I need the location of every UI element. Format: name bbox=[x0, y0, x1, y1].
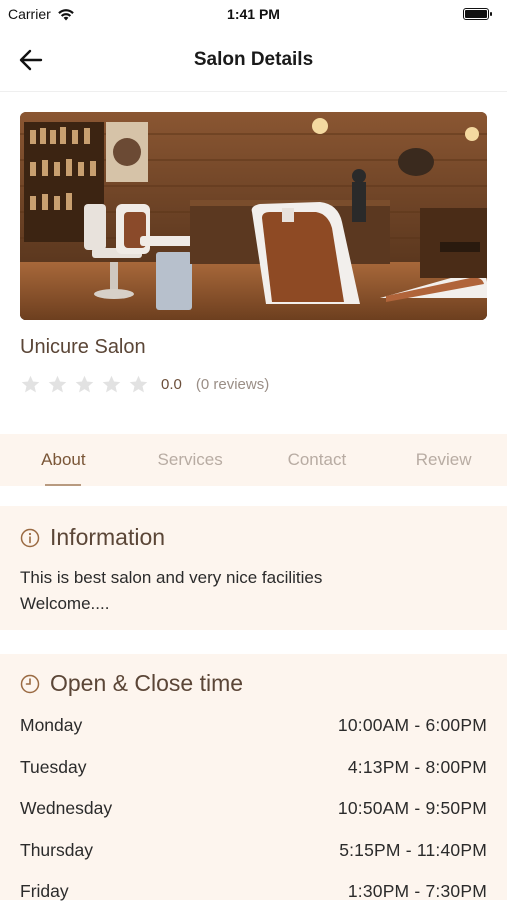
review-count: (0 reviews) bbox=[195, 375, 270, 393]
hours-row: Tuesday 4:13PM - 8:00PM bbox=[20, 747, 487, 789]
arrow-left-icon bbox=[19, 49, 43, 71]
information-text: This is best salon and very nice facilit… bbox=[0, 565, 507, 617]
hours-time: 5:15PM - 11:40PM bbox=[339, 839, 487, 860]
battery-icon bbox=[463, 8, 492, 20]
salon-name: Unicure Salon bbox=[20, 336, 146, 358]
tab-services[interactable]: Services bbox=[127, 434, 254, 486]
hours-row: Wednesday 10:50AM - 9:50PM bbox=[20, 788, 487, 830]
information-header: Information bbox=[0, 524, 507, 551]
page-title: Salon Details bbox=[193, 48, 314, 70]
hours-row: Thursday 5:15PM - 11:40PM bbox=[20, 830, 487, 872]
hours-day: Friday bbox=[20, 881, 69, 902]
status-left: Carrier bbox=[8, 6, 75, 22]
hours-day: Tuesday bbox=[20, 756, 87, 777]
hours-row: Monday 10:00AM - 6:00PM bbox=[20, 705, 487, 747]
tab-review[interactable]: Review bbox=[380, 434, 507, 486]
star-icon bbox=[129, 375, 148, 392]
hours-day: Thursday bbox=[20, 839, 93, 860]
information-line-1: This is best salon and very nice facilit… bbox=[20, 568, 323, 587]
hours-time: 10:00AM - 6:00PM bbox=[337, 715, 487, 736]
hours-header: Open & Close time bbox=[0, 670, 507, 697]
barbershop-illustration bbox=[20, 112, 487, 320]
information-card: Information This is best salon and very … bbox=[0, 506, 507, 630]
hours-title: Open & Close time bbox=[50, 670, 244, 696]
app-header: Salon Details bbox=[0, 28, 507, 92]
star-icon bbox=[48, 375, 67, 392]
star-icon bbox=[102, 375, 121, 392]
status-bar: Carrier 1:41 PM bbox=[0, 0, 507, 28]
star-icon bbox=[21, 375, 40, 392]
info-icon bbox=[20, 528, 40, 547]
rating-value: 0.0 bbox=[161, 375, 182, 393]
tab-contact[interactable]: Contact bbox=[254, 434, 381, 486]
hours-list: Monday 10:00AM - 6:00PM Tuesday 4:13PM -… bbox=[0, 705, 507, 913]
status-time: 1:41 PM bbox=[227, 6, 280, 22]
hours-time: 4:13PM - 8:00PM bbox=[347, 756, 487, 777]
hours-day: Monday bbox=[20, 715, 83, 736]
tab-bar: About Services Contact Review bbox=[0, 434, 507, 486]
hours-row: Friday 1:30PM - 7:30PM bbox=[20, 871, 487, 913]
salon-hero-image bbox=[20, 112, 487, 320]
back-button[interactable] bbox=[16, 46, 46, 74]
information-line-2: Welcome.... bbox=[20, 594, 110, 613]
clock-icon bbox=[20, 674, 40, 693]
hours-time: 1:30PM - 7:30PM bbox=[347, 881, 487, 902]
hours-card: Open & Close time Monday 10:00AM - 6:00P… bbox=[0, 654, 507, 901]
rating-row: 0.0 (0 reviews) bbox=[20, 372, 269, 396]
wifi-icon bbox=[57, 8, 74, 20]
hours-day: Wednesday bbox=[20, 798, 113, 819]
information-title: Information bbox=[50, 524, 166, 550]
star-icon bbox=[75, 375, 94, 392]
tab-about[interactable]: About bbox=[0, 434, 127, 486]
carrier-label: Carrier bbox=[8, 6, 51, 22]
hours-time: 10:50AM - 9:50PM bbox=[337, 798, 487, 819]
